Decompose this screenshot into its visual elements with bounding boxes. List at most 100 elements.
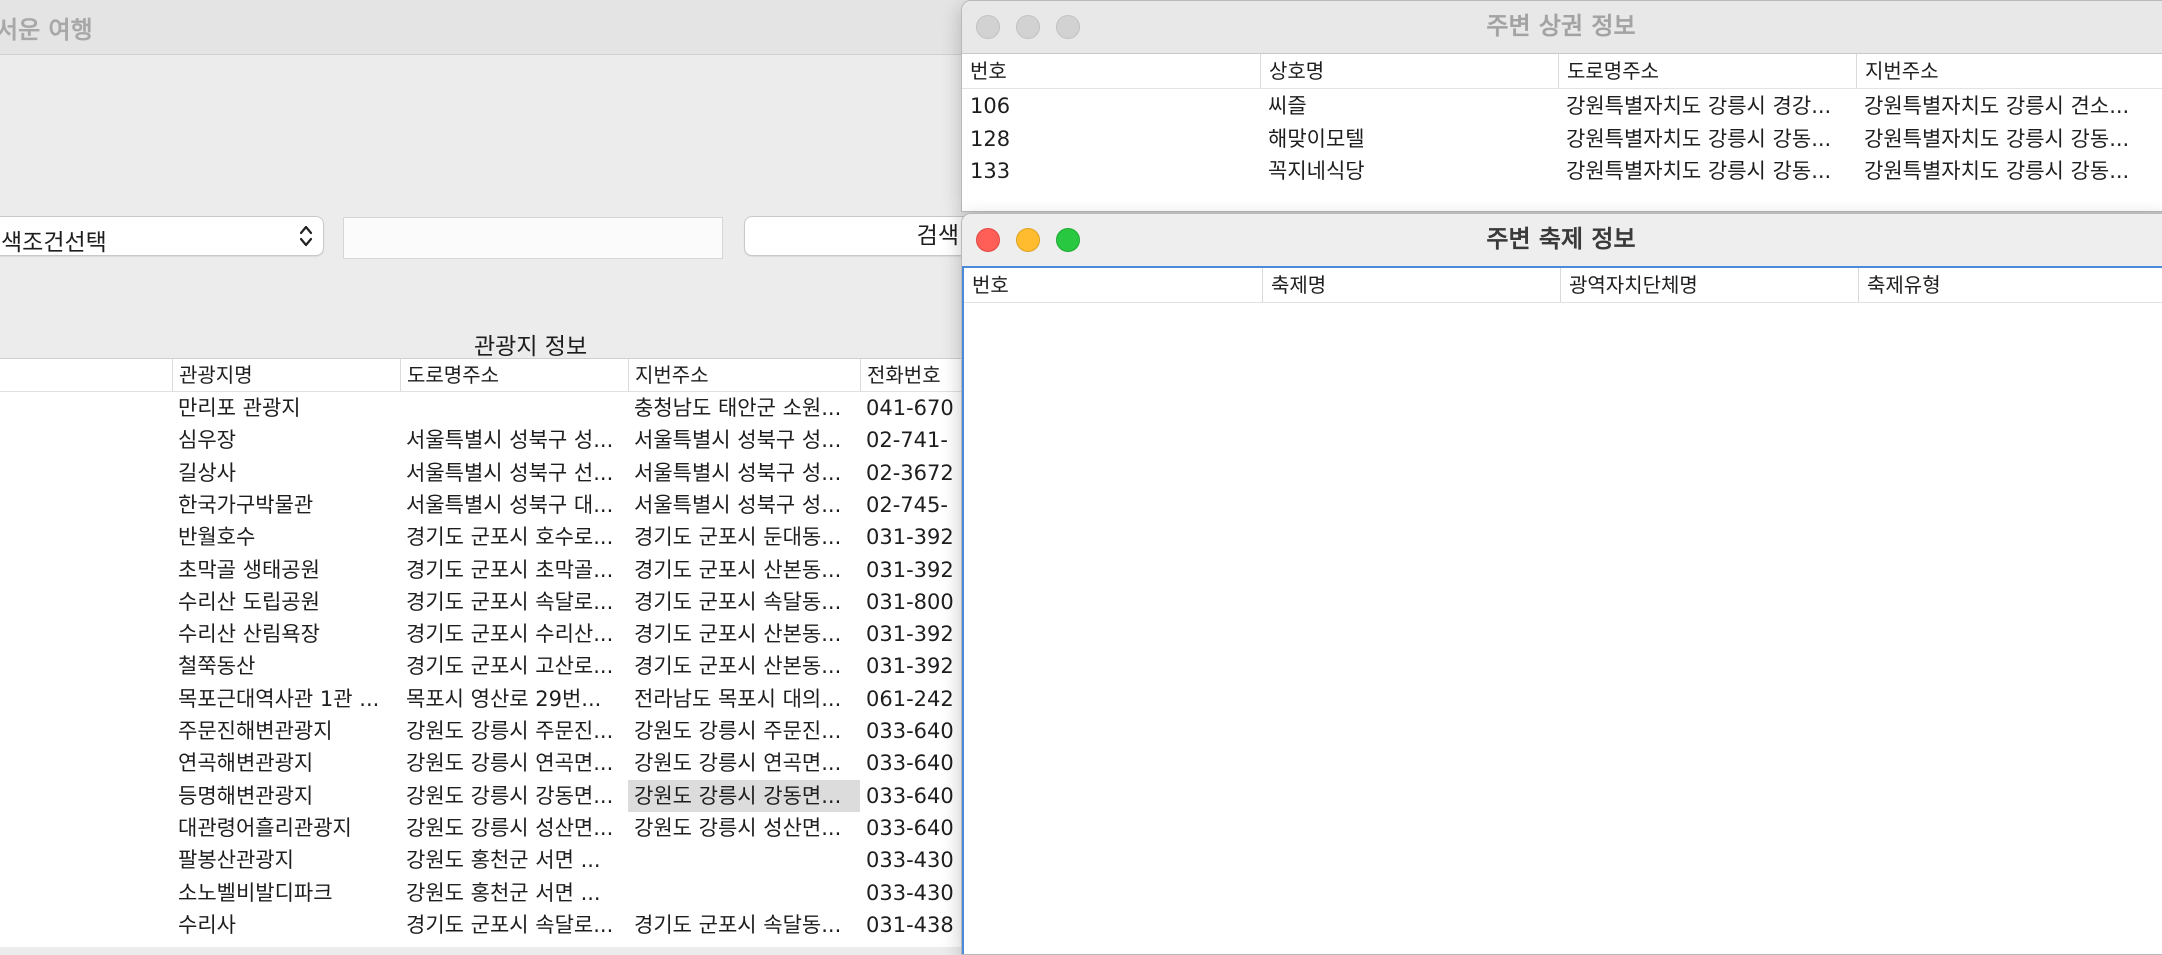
column-header-region[interactable]: 광역자치단체명 — [1560, 268, 1858, 302]
lot-address-cell[interactable]: 경기도 군포시 속달동... — [628, 909, 860, 941]
shop-name-cell[interactable]: 해맞이모텔 — [1260, 123, 1558, 155]
lot-address-cell[interactable]: 전라남도 목포시 대의... — [628, 683, 860, 715]
attraction-name-cell[interactable]: 주문진해변관광지 — [172, 715, 400, 747]
column-header-name[interactable]: 관광지명 — [172, 359, 400, 391]
table-row[interactable]: 철쭉동산 경기도 군포시 고산로... 경기도 군포시 산본동... 031-392 — [0, 650, 990, 682]
shop-name-cell[interactable]: 꼭지네식당 — [1260, 155, 1558, 187]
lot-address-cell[interactable]: 경기도 군포시 산본동... — [628, 618, 860, 650]
lot-address-cell[interactable]: 경기도 군포시 산본동... — [628, 650, 860, 682]
road-address-cell[interactable]: 강원도 홍천군 서면 ... — [400, 877, 628, 909]
lot-address-cell[interactable]: 경기도 군포시 속달동... — [628, 586, 860, 618]
road-address-cell[interactable]: 서울특별시 성북구 대... — [400, 489, 628, 521]
lot-address-cell[interactable] — [628, 844, 860, 876]
festival-table[interactable]: 번호 축제명 광역자치단체명 축제유형 — [962, 266, 2162, 954]
lot-address-cell[interactable]: 강원도 강릉시 강동면... — [628, 779, 860, 812]
shop-name-cell[interactable]: 씨즐 — [1260, 90, 1558, 122]
table-row[interactable]: 128 해맞이모텔 강원특별자치도 강릉시 강동... 강원특별자치도 강릉시 강동.… — [962, 123, 2162, 155]
table-row[interactable]: 길상사 서울특별시 성북구 선... 서울특별시 성북구 성... 02-3672 — [0, 457, 990, 489]
column-header-number[interactable]: 번호 — [964, 268, 1262, 302]
table-row[interactable]: 소노벨비발디파크 강원도 홍천군 서면 ... 033-430 — [0, 877, 990, 909]
table-row[interactable]: 대관령어흘리관광지 강원도 강릉시 성산면... 강원도 강릉시 성산면... 033… — [0, 812, 990, 844]
attraction-name-cell[interactable]: 심우장 — [172, 424, 400, 456]
shop-window-titlebar[interactable]: 주변 상권 정보 — [962, 1, 2162, 54]
lot-address-cell[interactable]: 서울특별시 성북구 성... — [628, 457, 860, 489]
road-address-cell[interactable]: 서울특별시 성북구 선... — [400, 457, 628, 489]
table-row[interactable]: 수리사 경기도 군포시 속달로... 경기도 군포시 속달동... 031-438 — [0, 909, 990, 941]
table-row[interactable]: 반월호수 경기도 군포시 호수로... 경기도 군포시 둔대동... 031-392 — [0, 521, 990, 553]
lot-address-cell[interactable] — [628, 877, 860, 909]
table-row[interactable]: 초막골 생태공원 경기도 군포시 초막골... 경기도 군포시 산본동... 031-… — [0, 554, 990, 586]
road-address-cell[interactable]: 경기도 군포시 속달로... — [400, 909, 628, 941]
road-address-cell[interactable]: 강원도 강릉시 성산면... — [400, 812, 628, 844]
search-condition-select[interactable]: 색조건선택 — [0, 216, 324, 256]
road-address-cell[interactable]: 경기도 군포시 호수로... — [400, 521, 628, 553]
lot-address-cell[interactable]: 강원특별자치도 강릉시 강동... — [1856, 155, 2156, 187]
lot-address-cell[interactable]: 강원특별자치도 강릉시 견소... — [1856, 90, 2156, 122]
attraction-name-cell[interactable]: 수리사 — [172, 909, 400, 941]
festival-window-titlebar[interactable]: 주변 축제 정보 — [962, 214, 2162, 267]
attraction-name-cell[interactable]: 한국가구박물관 — [172, 489, 400, 521]
attraction-name-cell[interactable]: 길상사 — [172, 457, 400, 489]
table-row[interactable]: 수리산 도립공원 경기도 군포시 속달로... 경기도 군포시 속달동... 031-… — [0, 586, 990, 618]
road-address-cell[interactable] — [400, 392, 628, 424]
attraction-name-cell[interactable]: 등명해변관광지 — [172, 780, 400, 812]
number-cell[interactable]: 106 — [962, 90, 1260, 122]
road-address-cell[interactable]: 강원도 강릉시 주문진... — [400, 715, 628, 747]
column-header-festival-name[interactable]: 축제명 — [1262, 268, 1560, 302]
attraction-name-cell[interactable]: 목포근대역사관 1관 ... — [172, 683, 400, 715]
table-row[interactable]: 133 꼭지네식당 강원특별자치도 강릉시 강동... 강원특별자치도 강릉시 강동.… — [962, 155, 2162, 187]
column-header-festival-type[interactable]: 축제유형 — [1858, 268, 2158, 302]
road-address-cell[interactable]: 강원도 강릉시 연곡면... — [400, 747, 628, 779]
lot-address-cell[interactable]: 강원도 강릉시 성산면... — [628, 812, 860, 844]
road-address-cell[interactable]: 경기도 군포시 고산로... — [400, 650, 628, 682]
attraction-name-cell[interactable]: 만리포 관광지 — [172, 392, 400, 424]
road-address-cell[interactable]: 서울특별시 성북구 성... — [400, 424, 628, 456]
column-header-number[interactable]: 번호 — [962, 54, 1260, 88]
number-cell[interactable]: 128 — [962, 123, 1260, 155]
lot-address-cell[interactable]: 경기도 군포시 둔대동... — [628, 521, 860, 553]
road-address-cell[interactable]: 목포시 영산로 29번... — [400, 683, 628, 715]
attraction-name-cell[interactable]: 소노벨비발디파크 — [172, 877, 400, 909]
road-address-cell[interactable]: 강원특별자치도 강릉시 강동... — [1558, 155, 1856, 187]
table-row[interactable]: 연곡해변관광지 강원도 강릉시 연곡면... 강원도 강릉시 연곡면... 033-6… — [0, 747, 990, 779]
column-header-road-address[interactable]: 도로명주소 — [1558, 54, 1856, 88]
table-row[interactable]: 수리산 산림욕장 경기도 군포시 수리산... 경기도 군포시 산본동... 031-… — [0, 618, 990, 650]
road-address-cell[interactable]: 강원도 강릉시 강동면... — [400, 780, 628, 812]
attraction-name-cell[interactable]: 수리산 산림욕장 — [172, 618, 400, 650]
table-row[interactable]: 만리포 관광지 충청남도 태안군 소원... 041-670 — [0, 392, 990, 424]
attraction-name-cell[interactable]: 철쭉동산 — [172, 650, 400, 682]
column-header-shop-name[interactable]: 상호명 — [1260, 54, 1558, 88]
attraction-name-cell[interactable]: 초막골 생태공원 — [172, 554, 400, 586]
table-row[interactable]: 등명해변관광지 강원도 강릉시 강동면... 강원도 강릉시 강동면... 033-6… — [0, 779, 990, 812]
table-row[interactable]: 목포근대역사관 1관 ... 목포시 영산로 29번... 전라남도 목포시 대의.… — [0, 683, 990, 715]
table-row[interactable]: 심우장 서울특별시 성북구 성... 서울특별시 성북구 성... 02-741- — [0, 424, 990, 456]
lot-address-cell[interactable]: 충청남도 태안군 소원... — [628, 392, 860, 424]
table-row[interactable]: 106 씨즐 강원특별자치도 강릉시 경강... 강원특별자치도 강릉시 견소... — [962, 90, 2162, 122]
road-address-cell[interactable]: 경기도 군포시 수리산... — [400, 618, 628, 650]
lot-address-cell[interactable]: 경기도 군포시 산본동... — [628, 554, 860, 586]
table-row[interactable]: 한국가구박물관 서울특별시 성북구 대... 서울특별시 성북구 성... 02-74… — [0, 489, 990, 521]
attraction-name-cell[interactable]: 대관령어흘리관광지 — [172, 812, 400, 844]
road-address-cell[interactable]: 경기도 군포시 속달로... — [400, 586, 628, 618]
attraction-name-cell[interactable]: 수리산 도립공원 — [172, 586, 400, 618]
table-row[interactable]: 주문진해변관광지 강원도 강릉시 주문진... 강원도 강릉시 주문진... 033-… — [0, 715, 990, 747]
attraction-name-cell[interactable]: 반월호수 — [172, 521, 400, 553]
lot-address-cell[interactable]: 서울특별시 성북구 성... — [628, 424, 860, 456]
column-header-lot-address[interactable]: 지번주소 — [1856, 54, 2156, 88]
road-address-cell[interactable]: 경기도 군포시 초막골... — [400, 554, 628, 586]
road-address-cell[interactable]: 강원특별자치도 강릉시 강동... — [1558, 123, 1856, 155]
search-button[interactable]: 검색 — [744, 216, 974, 256]
attraction-name-cell[interactable]: 팔봉산관광지 — [172, 844, 400, 876]
search-input[interactable] — [343, 217, 723, 259]
lot-address-cell[interactable]: 강원도 강릉시 주문진... — [628, 715, 860, 747]
column-header-lot-address[interactable]: 지번주소 — [628, 359, 860, 391]
lot-address-cell[interactable]: 서울특별시 성북구 성... — [628, 489, 860, 521]
lot-address-cell[interactable]: 강원특별자치도 강릉시 강동... — [1856, 123, 2156, 155]
table-row[interactable]: 팔봉산관광지 강원도 홍천군 서면 ... 033-430 — [0, 844, 990, 876]
number-cell[interactable]: 133 — [962, 155, 1260, 187]
lot-address-cell[interactable]: 강원도 강릉시 연곡면... — [628, 747, 860, 779]
shop-table[interactable]: 번호 상호명 도로명주소 지번주소 106 씨즐 강원특별자치도 강릉시 경강...… — [962, 54, 2162, 211]
column-header-road-address[interactable]: 도로명주소 — [400, 359, 628, 391]
road-address-cell[interactable]: 강원도 홍천군 서면 ... — [400, 844, 628, 876]
road-address-cell[interactable]: 강원특별자치도 강릉시 경강... — [1558, 90, 1856, 122]
